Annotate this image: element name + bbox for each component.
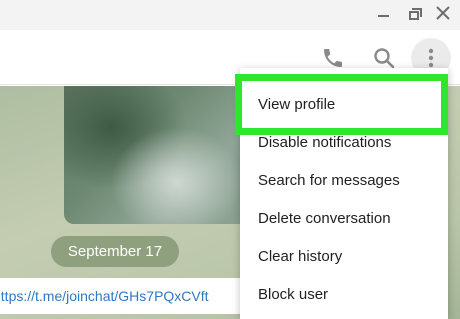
- highlight-box: View profile: [235, 74, 448, 135]
- menu-item-block-user[interactable]: Block user: [240, 276, 448, 314]
- close-icon: [436, 6, 450, 20]
- photo-message[interactable]: [64, 86, 252, 224]
- date-separator: September 17: [51, 236, 179, 267]
- close-button[interactable]: [433, 1, 455, 25]
- highlighted-view-profile[interactable]: View profile: [242, 86, 441, 124]
- phone-icon: [324, 49, 342, 67]
- search-icon: [374, 48, 395, 69]
- minimize-button[interactable]: [372, 2, 392, 26]
- link-message[interactable]: https://t.me/joinchat/GHs7PQxCVft: [0, 278, 270, 314]
- message-link[interactable]: https://t.me/joinchat/GHs7PQxCVft: [0, 278, 209, 314]
- menu-item-search-messages[interactable]: Search for messages: [240, 162, 448, 200]
- more-vertical-icon: [428, 48, 434, 68]
- maximize-button[interactable]: [405, 2, 425, 26]
- menu-item-delete-conversation[interactable]: Delete conversation: [240, 200, 448, 238]
- menu-item-clear-history[interactable]: Clear history: [240, 238, 448, 276]
- window-titlebar: [0, 0, 460, 30]
